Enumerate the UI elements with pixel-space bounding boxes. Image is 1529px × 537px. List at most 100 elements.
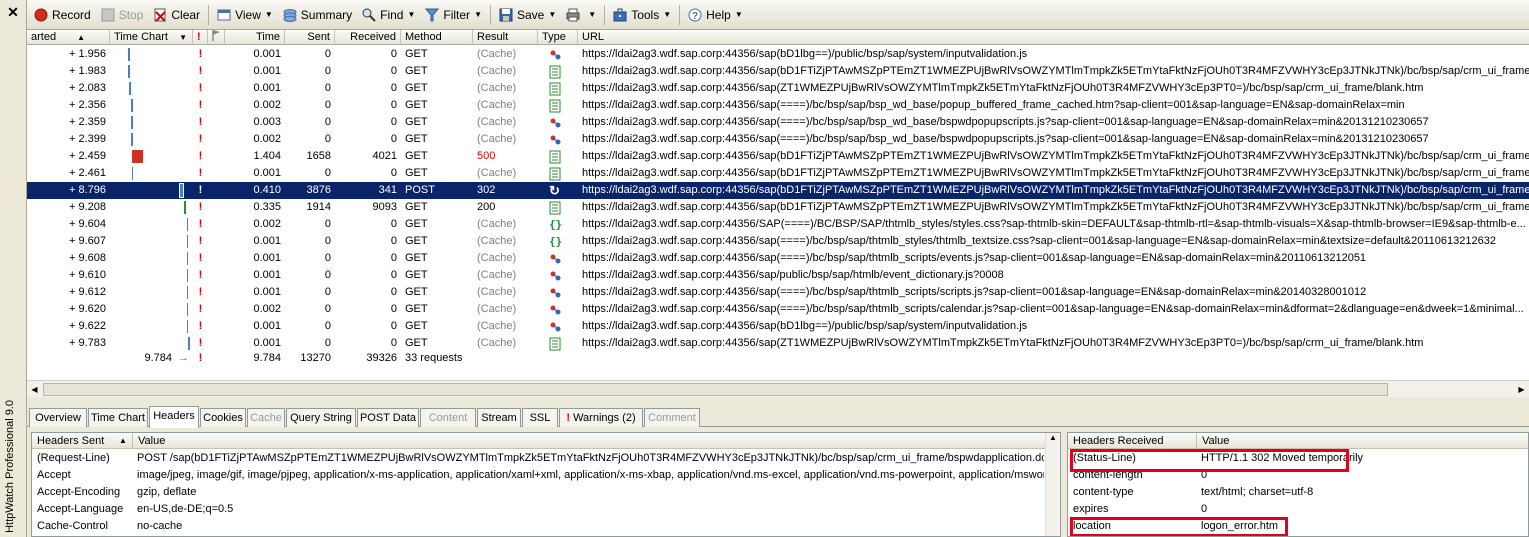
- column-result[interactable]: Result: [473, 30, 538, 45]
- started-cell: + 1.983: [68, 65, 106, 77]
- table-row[interactable]: + 9.612! 0.001 0 0 GET (Cache) https://ldai2ag…: [27, 284, 1529, 301]
- column-received[interactable]: Received: [335, 30, 401, 45]
- tools-button[interactable]: Tools ▼: [608, 3, 676, 27]
- headers-sent-col-value[interactable]: Value: [132, 433, 1032, 449]
- horizontal-scrollbar[interactable]: ◀ ▶: [27, 380, 1529, 397]
- url-cell: https://ldai2ag3.wdf.sap.corp:44356/SAP(…: [582, 218, 1526, 230]
- clear-button[interactable]: Clear: [148, 3, 205, 27]
- time-cell: 0.001: [253, 235, 281, 247]
- filter-button[interactable]: Filter ▼: [420, 3, 487, 27]
- summary-button[interactable]: Summary: [278, 3, 357, 27]
- tab-content[interactable]: Content: [420, 408, 476, 427]
- method-cell: GET: [405, 133, 428, 145]
- started-cell: + 9.604: [68, 218, 106, 230]
- column-time[interactable]: Time: [225, 30, 285, 45]
- header-sent-row[interactable]: Accept-Encoding gzip, deflate: [32, 484, 1060, 501]
- sent-cell: 0: [324, 252, 331, 264]
- save-button[interactable]: Save ▼: [494, 3, 561, 27]
- table-row[interactable]: + 2.356! 0.002 0 0 GET (Cache) https://ldai2ag…: [27, 97, 1529, 114]
- started-cell: + 2.459: [68, 150, 106, 162]
- help-icon: ?: [688, 8, 702, 22]
- column-time-chart[interactable]: Time Chart ▼: [110, 30, 193, 45]
- warning-icon: !: [198, 303, 203, 315]
- method-cell: GET: [405, 150, 428, 162]
- scroll-left-icon[interactable]: ◀: [28, 383, 41, 396]
- chevron-down-icon: ▼: [264, 10, 273, 19]
- scroll-thumb[interactable]: [43, 383, 1388, 396]
- header-received-row[interactable]: expires 0: [1068, 501, 1528, 518]
- print-button[interactable]: ▼: [561, 3, 601, 27]
- table-row[interactable]: + 9.604! 0.002 0 0 GET (Cache) {} https://ldai2…: [27, 216, 1529, 233]
- table-row[interactable]: + 2.399! 0.002 0 0 GET (Cache) https://ldai2ag…: [27, 131, 1529, 148]
- link-type-icon: [549, 284, 569, 301]
- table-row[interactable]: + 2.461! 0.001 0 0 GET (Cache) https://ldai2ag…: [27, 165, 1529, 182]
- url-cell: https://ldai2ag3.wdf.sap.corp:44356/sap(…: [582, 167, 1529, 179]
- find-icon: [362, 8, 376, 22]
- column-warning[interactable]: !: [193, 30, 208, 45]
- help-button[interactable]: ? Help ▼: [683, 3, 748, 27]
- find-button[interactable]: Find ▼: [357, 3, 420, 27]
- received-cell: 0: [390, 235, 397, 247]
- table-row[interactable]: + 8.796! 0.410 3876 341 POST 302 ↻ https://ldai…: [27, 182, 1529, 199]
- warning-icon: !: [198, 184, 203, 196]
- table-row[interactable]: + 2.359! 0.003 0 0 GET (Cache) https://ldai2ag…: [27, 114, 1529, 131]
- link-type-icon: [549, 46, 569, 63]
- column-flag[interactable]: [208, 30, 225, 45]
- scroll-right-icon[interactable]: ▶: [1515, 383, 1528, 396]
- tab-overview[interactable]: Overview: [29, 408, 87, 427]
- received-cell: 0: [390, 82, 397, 94]
- record-button[interactable]: Record: [29, 3, 96, 27]
- received-cell: 0: [390, 167, 397, 179]
- view-button[interactable]: View ▼: [212, 3, 278, 27]
- table-row[interactable]: + 9.607! 0.001 0 0 GET (Cache) {} https://ldai2…: [27, 233, 1529, 250]
- page-type-icon: [549, 97, 569, 114]
- table-row[interactable]: + 9.622! 0.001 0 0 GET (Cache) https://ldai2ag…: [27, 318, 1529, 335]
- header-received-row[interactable]: content-type text/html; charset=utf-8: [1068, 484, 1528, 501]
- table-row[interactable]: + 1.983! 0.001 0 0 GET (Cache) https://ldai2ag…: [27, 63, 1529, 80]
- table-row[interactable]: + 9.610! 0.001 0 0 GET (Cache) https://ldai2ag…: [27, 267, 1529, 284]
- column-method[interactable]: Method: [401, 30, 473, 45]
- close-icon[interactable]: ✕: [0, 2, 26, 22]
- tab-cookies[interactable]: Cookies: [200, 408, 246, 427]
- header-sent-row[interactable]: Accept-Language en-US,de-DE;q=0.5: [32, 501, 1060, 518]
- tab-query-string[interactable]: Query String: [286, 408, 356, 427]
- table-row[interactable]: + 2.459! 1.404 1658 4021 GET 500 https://ldai2…: [27, 148, 1529, 165]
- table-row[interactable]: + 1.956! 0.001 0 0 GET (Cache) https://ldai2ag…: [27, 46, 1529, 63]
- url-cell: https://ldai2ag3.wdf.sap.corp:44356/sap(…: [582, 252, 1367, 264]
- header-sent-row[interactable]: (Request-Line) POST /sap(bD1FTiZjPTAwMSZp…: [32, 450, 1060, 467]
- header-sent-row[interactable]: Cache-Control no-cache: [32, 518, 1060, 535]
- table-row[interactable]: + 9.620! 0.002 0 0 GET (Cache) https://ldai2ag…: [27, 301, 1529, 318]
- time-chart-bar: [186, 320, 189, 333]
- url-cell: https://ldai2ag3.wdf.sap.corp:44356/sap(…: [582, 320, 1028, 332]
- stop-button[interactable]: Stop: [96, 3, 149, 27]
- tab-time-chart[interactable]: Time Chart: [88, 408, 148, 427]
- column-started[interactable]: arted ▲: [27, 30, 110, 45]
- headers-received-col-value[interactable]: Value: [1196, 433, 1496, 449]
- sent-cell: 0: [324, 167, 331, 179]
- warning-icon: !: [198, 65, 203, 77]
- column-sent[interactable]: Sent: [285, 30, 335, 45]
- table-row[interactable]: + 9.208! 0.335 1914 9093 GET 200 https://ldai2…: [27, 199, 1529, 216]
- vertical-scrollbar[interactable]: ▲: [1045, 433, 1060, 536]
- tab-comment[interactable]: Comment: [644, 408, 700, 427]
- warning-icon: !: [198, 133, 203, 145]
- tab-cache[interactable]: Cache: [247, 408, 285, 427]
- column-type[interactable]: Type: [538, 30, 578, 45]
- tab-warnings-2[interactable]: ! Warnings (2): [559, 408, 643, 427]
- headers-received-col-name[interactable]: Headers Received: [1068, 433, 1196, 449]
- column-url[interactable]: URL: [578, 30, 1529, 45]
- tab-headers[interactable]: Headers: [149, 406, 199, 428]
- started-cell: + 2.461: [68, 167, 106, 179]
- summary-received: 39326: [366, 352, 397, 364]
- scroll-up-icon[interactable]: ▲: [1046, 433, 1060, 442]
- time-chart-bar: [186, 286, 189, 299]
- tab-ssl[interactable]: SSL: [522, 408, 558, 427]
- table-row[interactable]: + 2.083! 0.001 0 0 GET (Cache) https://ldai2ag…: [27, 80, 1529, 97]
- time-chart-bar: [183, 201, 187, 214]
- header-sent-row[interactable]: Accept image/jpeg, image/gif, image/pjpeg…: [32, 467, 1060, 484]
- tab-stream[interactable]: Stream: [477, 408, 521, 427]
- tab-post-data[interactable]: POST Data: [357, 408, 419, 427]
- warning-icon: !: [198, 201, 203, 213]
- table-row[interactable]: + 9.608! 0.001 0 0 GET (Cache) https://ldai2ag…: [27, 250, 1529, 267]
- time-chart-bar: [128, 65, 130, 78]
